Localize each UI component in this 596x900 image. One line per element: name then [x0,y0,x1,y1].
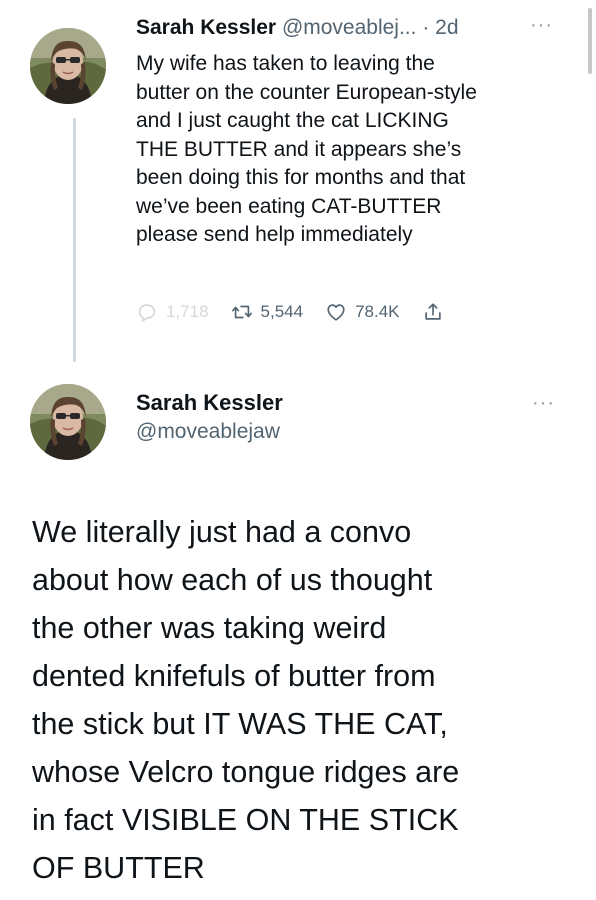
thread-connector-line [73,118,76,362]
more-icon[interactable]: ··· [530,14,553,37]
author-name[interactable]: Sarah Kessler [136,390,283,416]
share-button[interactable] [422,301,452,323]
tweet-text-line: been doing this for months and that [136,166,466,189]
avatar-photo [30,28,106,104]
retweet-button[interactable]: 5,544 [231,301,304,323]
tweet-text-line: We literally just had a convo [32,515,412,549]
tweet-text-line: whose Velcro tongue ridges are [32,755,460,789]
tweet-text-line: dented knifefuls of butter from [32,659,436,693]
tweet-text-line: the other was taking weird [32,611,387,645]
scrollbar[interactable] [588,8,592,74]
tweet2-text: We literally just had a convo about how … [32,508,572,892]
reply-icon [138,304,156,322]
tweet-text-line: about how each of us thought [32,563,433,597]
tweet-text-line: OF BUTTER [32,851,205,885]
like-button[interactable]: 78.4K [325,301,400,323]
author-avatar[interactable] [30,384,106,460]
avatar-photo [30,384,106,460]
tweet1-header: Sarah Kessler @moveablej... · 2d [136,14,526,42]
author-handle[interactable]: @moveablej... [282,16,417,39]
author-handle[interactable]: @moveablejaw [136,420,280,444]
tweet-text-line: THE BUTTER and it appears she’s [136,137,462,161]
tweet-text-line: My wife has taken to leaving the [136,52,435,75]
separator-dot: · [422,16,430,39]
tweet-text-line: in fact VISIBLE ON THE STICK [32,803,459,837]
reply-button[interactable]: 1,718 [136,301,209,323]
tweet1-text: My wife has taken to leaving the butter … [136,50,576,250]
tweet-text-line: we’ve been eating CAT-BUTTER [136,194,442,218]
retweet-count: 5,544 [260,302,304,321]
tweet-timestamp[interactable]: 2d [435,16,458,39]
tweet-text-line: please send help immediately [136,223,413,246]
more-icon[interactable]: ··· [532,392,555,415]
share-icon [424,303,441,320]
retweet-icon [231,305,252,319]
tweet-text-line: and I just caught the cat LICKING [136,109,449,132]
tweet-text-line: the stick but IT WAS THE CAT, [32,707,448,741]
like-count: 78.4K [355,302,400,321]
author-name[interactable]: Sarah Kessler [136,16,276,39]
reply-count: 1,718 [166,302,209,321]
author-avatar[interactable] [30,28,106,104]
tweet-actions-bar: 1,718 5,544 78.4K [136,298,474,326]
tweet-text-line: butter on the counter European-style [136,80,477,104]
heart-icon [327,304,345,321]
